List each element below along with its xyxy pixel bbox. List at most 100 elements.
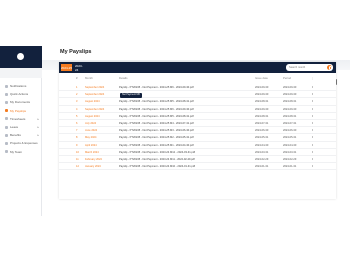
sidebar-item[interactable]: Timesheets ▸: [0, 115, 42, 123]
row-issue-date: 2024-08-31: [255, 100, 269, 104]
row-number: 5: [76, 114, 78, 118]
table-row[interactable]: 5 August 2024 2024-08-31 2024-08-31 Payslip …: [59, 113, 336, 120]
row-month-link[interactable]: August 2024: [85, 100, 100, 103]
row-period: 2024-04-30: [283, 143, 297, 147]
row-month-link[interactable]: May 2024: [85, 136, 96, 139]
tab-year-current[interactable]: 2024-25: [61, 64, 72, 71]
sidebar-item-label: My Payslips: [10, 108, 27, 113]
col-issue-date[interactable]: Issue date: [255, 76, 268, 80]
kebab-menu-icon[interactable]: ⋮: [311, 108, 314, 111]
kebab-menu-icon[interactable]: ⋮: [311, 144, 314, 147]
table-row[interactable]: 2 September 2024 2024-09-30 2024-09-30 Net P…: [59, 91, 336, 99]
sidebar-item-label: Notifications: [10, 84, 27, 89]
kebab-menu-icon[interactable]: ⋮: [311, 136, 314, 139]
row-month-link[interactable]: August 2024: [85, 115, 100, 118]
col-actions[interactable]: ⋮: [311, 76, 314, 80]
row-month-link[interactable]: September 2024: [85, 108, 104, 111]
sidebar-item[interactable]: Projects & Expenses: [0, 139, 42, 147]
row-month-link[interactable]: March 2024: [85, 151, 99, 154]
tab-year-previous[interactable]: 2023-24: [75, 64, 84, 72]
row-details[interactable]: Payslip - PT20245 - Net Payment - 2024-2…: [119, 108, 194, 111]
page-title: My Payslips: [60, 49, 92, 55]
sidebar-item[interactable]: Leave ▸: [0, 123, 42, 131]
col-period[interactable]: Period: [283, 76, 291, 80]
table-row[interactable]: 1 September 2024 2024-09-30 2024-09-30 Paysl…: [59, 84, 336, 92]
row-number: 11: [76, 157, 79, 161]
row-details[interactable]: Payslip - PT20245 - Net Payment - 2024-2…: [119, 100, 194, 103]
row-number: 12: [76, 165, 79, 169]
row-period: 2024-09-30: [283, 93, 297, 97]
row-issue-date: 2024-01-31: [255, 165, 269, 169]
row-month-link[interactable]: July 2024: [85, 122, 96, 125]
kebab-menu-icon[interactable]: ⋮: [311, 122, 314, 125]
row-details[interactable]: Payslip - PT20245 - Net Payment - 2024-2…: [119, 144, 194, 147]
table-row[interactable]: 10 March 2024 2024-03-31 2024-03-31 Payslip …: [59, 149, 336, 156]
col-number[interactable]: #: [76, 76, 78, 80]
search-input[interactable]: Search month: [286, 64, 333, 71]
menu-item-icon: [5, 100, 8, 104]
row-period: 2024-09-30: [283, 86, 297, 89]
row-month-link[interactable]: April 2024: [85, 144, 97, 147]
table-row[interactable]: 3 August 2024 2024-08-31 2024-08-31 Payslip …: [59, 98, 336, 106]
status-badge: Net Payment M6: [120, 93, 142, 98]
kebab-menu-icon[interactable]: ⋮: [311, 115, 314, 118]
row-details[interactable]: Payslip - PT20245 - Net Payment - 2024-2…: [119, 115, 194, 118]
sidebar-menu: Notifications Quick Actions My Documents My…: [0, 82, 42, 156]
sidebar-item[interactable]: My Team: [0, 148, 42, 156]
search-icon[interactable]: [327, 65, 333, 70]
kebab-menu-icon[interactable]: ⋮: [311, 129, 314, 132]
table-row[interactable]: 11 February 2024 2024-02-29 2024-02-29 Paysl…: [59, 156, 336, 164]
row-period: 2024-07-31: [283, 121, 297, 125]
row-issue-date: 2024-09-30: [255, 107, 269, 111]
row-month-link[interactable]: September 2024: [85, 86, 104, 89]
menu-item-icon: [5, 117, 8, 121]
sidebar-item[interactable]: My Payslips: [0, 107, 42, 115]
row-issue-date: 2024-09-30: [255, 86, 269, 89]
payslips-card: 2024-25 2023-24 Search month # Month Det…: [59, 62, 336, 199]
row-month-link[interactable]: January 2024: [85, 165, 101, 168]
row-number: 2: [76, 93, 78, 97]
menu-item-icon: [5, 141, 8, 145]
kebab-menu-icon[interactable]: ⋮: [311, 158, 314, 161]
row-issue-date: 2024-07-31: [255, 121, 269, 125]
sidebar-item[interactable]: My Documents: [0, 98, 42, 106]
table-row[interactable]: 6 July 2024 2024-07-31 2024-07-31 Payslip - …: [59, 120, 336, 128]
row-details[interactable]: Payslip - PT20245 - Net Payment - 2023-2…: [119, 151, 195, 154]
row-details[interactable]: Payslip - PT20245 - Net Payment - 2024-2…: [119, 122, 194, 125]
row-issue-date: 2024-08-31: [255, 114, 269, 118]
sidebar-item-label: Timesheets: [10, 116, 26, 121]
row-month-link[interactable]: February 2024: [85, 158, 102, 161]
row-month-link[interactable]: September 2024: [85, 93, 104, 96]
sidebar-header: [0, 46, 42, 68]
row-details[interactable]: Payslip - PT20245 - Net Payment - 2024-2…: [119, 136, 194, 139]
table-row[interactable]: 7 June 2024 2024-06-30 2024-06-30 Payslip - …: [59, 127, 336, 135]
row-period: 2024-02-29: [283, 157, 297, 161]
sidebar-item[interactable]: Benefits ▸: [0, 131, 42, 139]
sidebar-item[interactable]: Notifications: [0, 82, 42, 90]
row-period: 2024-08-31: [283, 100, 297, 104]
kebab-menu-icon[interactable]: ⋮: [311, 151, 314, 154]
kebab-menu-icon[interactable]: ⋮: [311, 100, 314, 103]
row-details[interactable]: Payslip - PT20245 - Net Payment - 2024-2…: [119, 86, 194, 89]
row-issue-date: 2024-06-30: [255, 129, 269, 133]
row-period: 2024-05-31: [283, 136, 297, 140]
logo-icon[interactable]: [17, 53, 24, 60]
table-row[interactable]: 4 September 2024 2024-09-30 2024-09-30 Paysl…: [59, 106, 336, 113]
kebab-menu-icon[interactable]: ⋮: [311, 93, 314, 96]
kebab-menu-icon[interactable]: ⋮: [311, 86, 314, 89]
row-details[interactable]: Payslip - PT20245 - Net Payment - 2023-2…: [119, 165, 195, 168]
row-details[interactable]: Payslip - PT20245 - Net Payment - 2024-2…: [119, 129, 194, 132]
sidebar-item[interactable]: Quick Actions: [0, 90, 42, 98]
row-issue-date: 2024-05-31: [255, 136, 269, 140]
col-month[interactable]: Month: [85, 76, 93, 80]
col-details[interactable]: Details: [119, 76, 128, 80]
payslip-table-body: 1 September 2024 2024-09-30 2024-09-30 Paysl…: [59, 84, 336, 171]
table-row[interactable]: 9 April 2024 2024-04-30 2024-04-30 Payslip -…: [59, 142, 336, 149]
kebab-menu-icon[interactable]: ⋮: [311, 165, 314, 168]
table-row[interactable]: 8 May 2024 2024-05-31 2024-05-31 Payslip - P…: [59, 134, 336, 142]
row-month-link[interactable]: June 2024: [85, 129, 97, 132]
row-issue-date: 2024-04-30: [255, 143, 269, 147]
table-row[interactable]: 12 January 2024 2024-01-31 2024-01-31 Paysli…: [59, 163, 336, 171]
sidebar-item-label: My Team: [10, 149, 23, 154]
row-details[interactable]: Payslip - PT20245 - Net Payment - 2023-2…: [119, 158, 195, 161]
